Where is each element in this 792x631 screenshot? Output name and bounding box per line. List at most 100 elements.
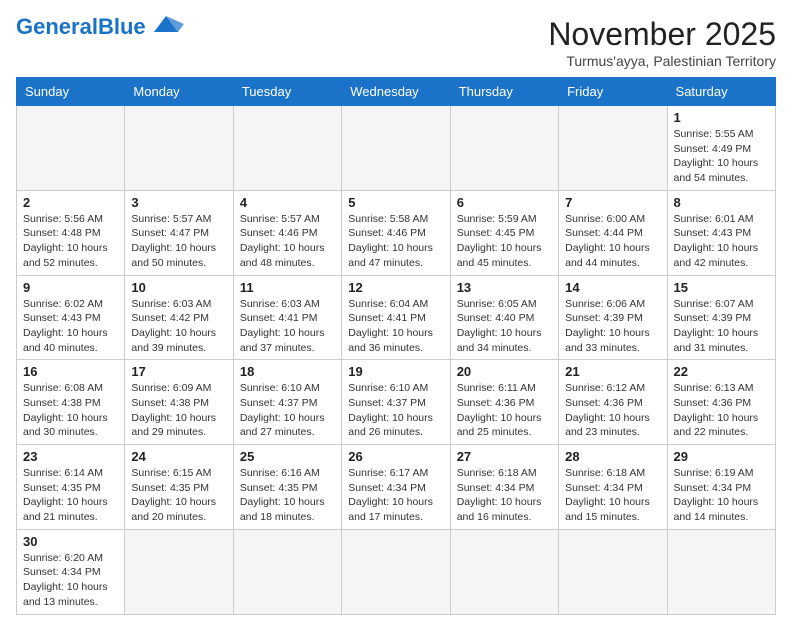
day-info: Sunrise: 5:59 AM Sunset: 4:45 PM Dayligh… [457,212,552,271]
calendar-day-cell [559,106,667,191]
day-number: 13 [457,280,552,295]
calendar-weekday-monday: Monday [125,78,233,106]
day-info: Sunrise: 6:03 AM Sunset: 4:42 PM Dayligh… [131,297,226,356]
calendar-week-row: 2 Sunrise: 5:56 AM Sunset: 4:48 PM Daylig… [17,190,776,275]
day-info: Sunrise: 6:10 AM Sunset: 4:37 PM Dayligh… [240,381,335,440]
day-number: 26 [348,449,443,464]
month-title: November 2025 [548,16,776,53]
day-number: 17 [131,364,226,379]
calendar-day-cell [125,106,233,191]
day-number: 4 [240,195,335,210]
calendar-day-cell [450,106,558,191]
calendar-day-cell: 26 Sunrise: 6:17 AM Sunset: 4:34 PM Dayli… [342,445,450,530]
calendar-week-row: 30Sunrise: 6:20 AM Sunset: 4:34 PM Dayli… [17,529,776,614]
day-number: 25 [240,449,335,464]
day-info: Sunrise: 6:17 AM Sunset: 4:34 PM Dayligh… [348,466,443,525]
day-number: 9 [23,280,118,295]
calendar-day-cell: 2 Sunrise: 5:56 AM Sunset: 4:48 PM Daylig… [17,190,125,275]
day-number: 2 [23,195,118,210]
day-info: Sunrise: 5:58 AM Sunset: 4:46 PM Dayligh… [348,212,443,271]
calendar-week-row: 23 Sunrise: 6:14 AM Sunset: 4:35 PM Dayli… [17,445,776,530]
calendar-day-cell: 17 Sunrise: 6:09 AM Sunset: 4:38 PM Dayli… [125,360,233,445]
day-info: Sunrise: 6:19 AM Sunset: 4:34 PM Dayligh… [674,466,769,525]
day-number: 6 [457,195,552,210]
calendar-day-cell [233,106,341,191]
day-number: 19 [348,364,443,379]
day-info: Sunrise: 6:16 AM Sunset: 4:35 PM Dayligh… [240,466,335,525]
day-number: 24 [131,449,226,464]
logo-icon [148,14,184,36]
day-number: 28 [565,449,660,464]
logo-text: GeneralBlue [16,16,146,38]
calendar-day-cell: 18 Sunrise: 6:10 AM Sunset: 4:37 PM Dayli… [233,360,341,445]
calendar-day-cell: 15Sunrise: 6:07 AM Sunset: 4:39 PM Dayli… [667,275,775,360]
day-info: Sunrise: 5:55 AM Sunset: 4:49 PM Dayligh… [674,127,769,186]
day-info: Sunrise: 6:14 AM Sunset: 4:35 PM Dayligh… [23,466,118,525]
day-number: 3 [131,195,226,210]
calendar-day-cell [125,529,233,614]
calendar-day-cell: 27Sunrise: 6:18 AM Sunset: 4:34 PM Dayli… [450,445,558,530]
calendar-day-cell: 22Sunrise: 6:13 AM Sunset: 4:36 PM Dayli… [667,360,775,445]
day-number: 8 [674,195,769,210]
day-number: 12 [348,280,443,295]
calendar-day-cell [342,106,450,191]
day-number: 11 [240,280,335,295]
day-info: Sunrise: 6:05 AM Sunset: 4:40 PM Dayligh… [457,297,552,356]
calendar-week-row: 16Sunrise: 6:08 AM Sunset: 4:38 PM Dayli… [17,360,776,445]
day-number: 10 [131,280,226,295]
calendar-week-row: 1 Sunrise: 5:55 AM Sunset: 4:49 PM Daylig… [17,106,776,191]
calendar-day-cell: 29 Sunrise: 6:19 AM Sunset: 4:34 PM Dayli… [667,445,775,530]
calendar-table: SundayMondayTuesdayWednesdayThursdayFrid… [16,77,776,615]
day-number: 27 [457,449,552,464]
day-info: Sunrise: 6:09 AM Sunset: 4:38 PM Dayligh… [131,381,226,440]
calendar-day-cell: 3 Sunrise: 5:57 AM Sunset: 4:47 PM Daylig… [125,190,233,275]
day-number: 21 [565,364,660,379]
day-number: 14 [565,280,660,295]
day-number: 20 [457,364,552,379]
logo: GeneralBlue [16,16,184,38]
calendar-day-cell: 28 Sunrise: 6:18 AM Sunset: 4:34 PM Dayli… [559,445,667,530]
calendar-day-cell [450,529,558,614]
day-number: 30 [23,534,118,549]
day-number: 23 [23,449,118,464]
day-info: Sunrise: 6:18 AM Sunset: 4:34 PM Dayligh… [565,466,660,525]
calendar-day-cell: 8Sunrise: 6:01 AM Sunset: 4:43 PM Daylig… [667,190,775,275]
calendar-header-row: SundayMondayTuesdayWednesdayThursdayFrid… [17,78,776,106]
day-info: Sunrise: 5:57 AM Sunset: 4:47 PM Dayligh… [131,212,226,271]
day-info: Sunrise: 6:06 AM Sunset: 4:39 PM Dayligh… [565,297,660,356]
calendar-week-row: 9 Sunrise: 6:02 AM Sunset: 4:43 PM Daylig… [17,275,776,360]
day-info: Sunrise: 5:56 AM Sunset: 4:48 PM Dayligh… [23,212,118,271]
calendar-day-cell [559,529,667,614]
day-number: 22 [674,364,769,379]
day-number: 1 [674,110,769,125]
calendar-day-cell: 16Sunrise: 6:08 AM Sunset: 4:38 PM Dayli… [17,360,125,445]
page-header: GeneralBlue November 2025 Turmus'ayya, P… [16,16,776,69]
calendar-day-cell: 5 Sunrise: 5:58 AM Sunset: 4:46 PM Daylig… [342,190,450,275]
day-info: Sunrise: 6:07 AM Sunset: 4:39 PM Dayligh… [674,297,769,356]
calendar-day-cell: 6 Sunrise: 5:59 AM Sunset: 4:45 PM Daylig… [450,190,558,275]
calendar-day-cell: 23 Sunrise: 6:14 AM Sunset: 4:35 PM Dayli… [17,445,125,530]
calendar-day-cell: 9 Sunrise: 6:02 AM Sunset: 4:43 PM Daylig… [17,275,125,360]
day-number: 7 [565,195,660,210]
day-info: Sunrise: 6:04 AM Sunset: 4:41 PM Dayligh… [348,297,443,356]
calendar-day-cell: 10 Sunrise: 6:03 AM Sunset: 4:42 PM Dayli… [125,275,233,360]
day-info: Sunrise: 6:08 AM Sunset: 4:38 PM Dayligh… [23,381,118,440]
calendar-day-cell [667,529,775,614]
calendar-day-cell [233,529,341,614]
calendar-day-cell: 4 Sunrise: 5:57 AM Sunset: 4:46 PM Daylig… [233,190,341,275]
day-info: Sunrise: 6:02 AM Sunset: 4:43 PM Dayligh… [23,297,118,356]
calendar-weekday-wednesday: Wednesday [342,78,450,106]
day-number: 29 [674,449,769,464]
calendar-day-cell: 21 Sunrise: 6:12 AM Sunset: 4:36 PM Dayli… [559,360,667,445]
day-number: 18 [240,364,335,379]
calendar-day-cell: 20Sunrise: 6:11 AM Sunset: 4:36 PM Dayli… [450,360,558,445]
day-info: Sunrise: 6:12 AM Sunset: 4:36 PM Dayligh… [565,381,660,440]
calendar-day-cell: 30Sunrise: 6:20 AM Sunset: 4:34 PM Dayli… [17,529,125,614]
calendar-weekday-tuesday: Tuesday [233,78,341,106]
day-info: Sunrise: 6:15 AM Sunset: 4:35 PM Dayligh… [131,466,226,525]
day-info: Sunrise: 5:57 AM Sunset: 4:46 PM Dayligh… [240,212,335,271]
calendar-weekday-friday: Friday [559,78,667,106]
calendar-weekday-sunday: Sunday [17,78,125,106]
calendar-weekday-thursday: Thursday [450,78,558,106]
day-number: 5 [348,195,443,210]
